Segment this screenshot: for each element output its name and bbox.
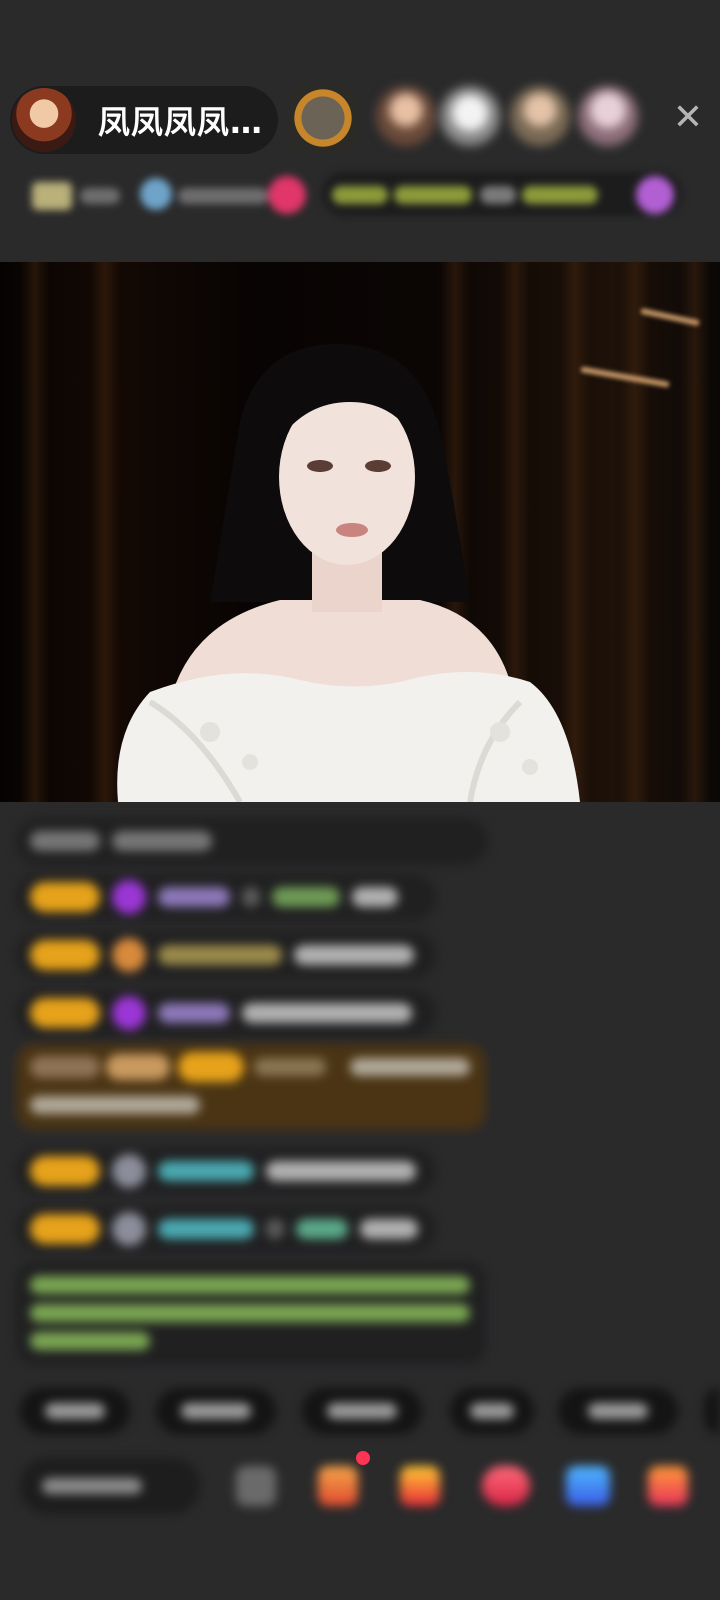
notification-dot bbox=[356, 1451, 370, 1465]
more-apps-icon[interactable] bbox=[648, 1466, 688, 1506]
chat-message[interactable] bbox=[16, 1206, 436, 1252]
red-packet-icon[interactable] bbox=[400, 1466, 440, 1506]
comment-input[interactable] bbox=[20, 1458, 200, 1514]
chat-notice bbox=[16, 818, 488, 864]
quick-reply-chip[interactable] bbox=[20, 1388, 130, 1434]
chat-message[interactable] bbox=[16, 874, 436, 920]
host-info-pill[interactable]: 凤凤凤凤… bbox=[10, 86, 278, 154]
close-icon[interactable]: ✕ bbox=[670, 100, 706, 136]
quick-reply-chip[interactable] bbox=[450, 1388, 534, 1434]
streamer-figure bbox=[117, 343, 580, 802]
chat-message[interactable] bbox=[16, 990, 436, 1036]
chat-message[interactable] bbox=[16, 1148, 436, 1194]
top-viewer-avatar[interactable] bbox=[578, 86, 638, 146]
chat-highlight-message[interactable] bbox=[16, 1044, 486, 1130]
emoji-icon[interactable] bbox=[236, 1466, 276, 1506]
quick-reply-chip[interactable] bbox=[704, 1388, 720, 1434]
quick-reply-chip[interactable] bbox=[302, 1388, 422, 1434]
host-avatar[interactable] bbox=[12, 88, 76, 152]
system-announcement bbox=[16, 1262, 486, 1364]
host-name: 凤凤凤凤… bbox=[98, 103, 264, 141]
interaction-icon[interactable] bbox=[566, 1466, 610, 1506]
top-viewer-avatar[interactable] bbox=[290, 84, 356, 152]
room-status-row[interactable] bbox=[22, 172, 698, 222]
quick-reply-chip[interactable] bbox=[558, 1388, 678, 1434]
top-viewer-avatar[interactable] bbox=[440, 86, 500, 146]
live-video[interactable] bbox=[0, 262, 720, 802]
gift-box-icon[interactable] bbox=[318, 1466, 358, 1506]
quick-reply-chip[interactable] bbox=[156, 1388, 276, 1434]
top-viewer-avatar[interactable] bbox=[376, 86, 436, 146]
game-icon[interactable] bbox=[482, 1466, 530, 1506]
top-viewer-avatar[interactable] bbox=[510, 86, 570, 146]
chat-message[interactable] bbox=[16, 932, 436, 978]
